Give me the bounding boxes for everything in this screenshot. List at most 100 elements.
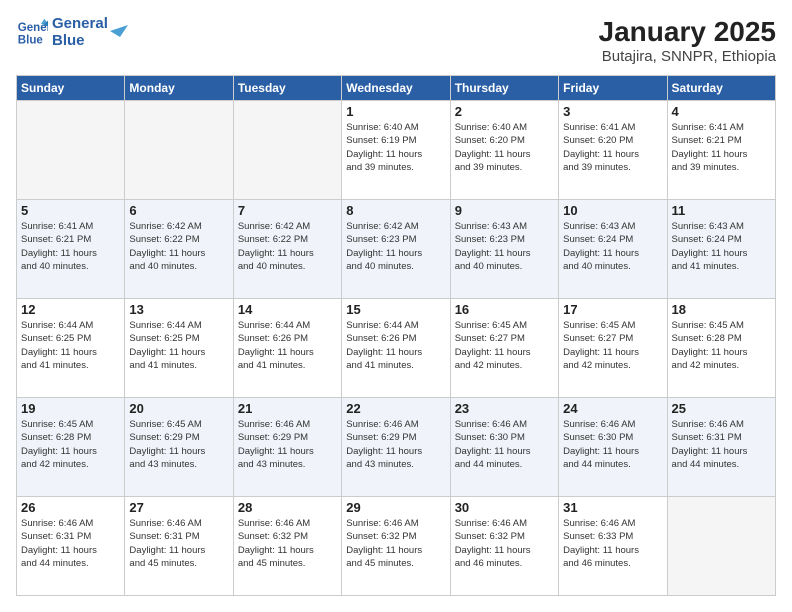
day-info: Sunrise: 6:43 AMSunset: 6:24 PMDaylight:…	[563, 220, 662, 273]
calendar-cell: 8Sunrise: 6:42 AMSunset: 6:23 PMDaylight…	[342, 200, 450, 299]
day-number: 24	[563, 401, 662, 416]
day-info: Sunrise: 6:46 AMSunset: 6:32 PMDaylight:…	[455, 517, 554, 570]
calendar-cell: 15 Sunrise: 6:44 AMSunset: 6:26 PMDayligh…	[342, 299, 450, 398]
day-number: 30	[455, 500, 554, 515]
calendar-cell: 1Sunrise: 6:40 AMSunset: 6:19 PMDaylight…	[342, 101, 450, 200]
day-info: Sunrise: 6:46 AMSunset: 6:31 PMDaylight:…	[129, 517, 228, 570]
calendar-cell	[17, 101, 125, 200]
day-info: Sunrise: 6:44 AMSunset: 6:26 PMDaylight:…	[346, 319, 445, 372]
weekday-header: Friday	[559, 76, 667, 101]
calendar-table: SundayMondayTuesdayWednesdayThursdayFrid…	[16, 75, 776, 596]
day-info: Sunrise: 6:45 AMSunset: 6:27 PMDaylight:…	[455, 319, 554, 372]
logo-text-line2: Blue	[52, 33, 108, 50]
day-number: 6	[129, 203, 228, 218]
calendar-cell: 24 Sunrise: 6:46 AMSunset: 6:30 PMDayligh…	[559, 398, 667, 497]
calendar-week-row: 26 Sunrise: 6:46 AMSunset: 6:31 PMDayligh…	[17, 497, 776, 596]
calendar-cell: 20 Sunrise: 6:45 AMSunset: 6:29 PMDayligh…	[125, 398, 233, 497]
day-info: Sunrise: 6:42 AMSunset: 6:22 PMDaylight:…	[238, 220, 337, 273]
day-number: 16	[455, 302, 554, 317]
day-number: 26	[21, 500, 120, 515]
logo: General Blue General Blue	[16, 16, 128, 49]
calendar-cell: 10 Sunrise: 6:43 AMSunset: 6:24 PMDayligh…	[559, 200, 667, 299]
day-info: Sunrise: 6:43 AMSunset: 6:23 PMDaylight:…	[455, 220, 554, 273]
day-info: Sunrise: 6:45 AMSunset: 6:27 PMDaylight:…	[563, 319, 662, 372]
day-info: Sunrise: 6:40 AMSunset: 6:19 PMDaylight:…	[346, 121, 445, 174]
day-number: 18	[672, 302, 771, 317]
weekday-header: Tuesday	[233, 76, 341, 101]
day-info: Sunrise: 6:46 AMSunset: 6:32 PMDaylight:…	[346, 517, 445, 570]
main-title: January 2025	[599, 16, 776, 48]
day-info: Sunrise: 6:46 AMSunset: 6:29 PMDaylight:…	[346, 418, 445, 471]
day-number: 28	[238, 500, 337, 515]
calendar-cell: 13 Sunrise: 6:44 AMSunset: 6:25 PMDayligh…	[125, 299, 233, 398]
calendar-cell: 18 Sunrise: 6:45 AMSunset: 6:28 PMDayligh…	[667, 299, 775, 398]
day-info: Sunrise: 6:44 AMSunset: 6:25 PMDaylight:…	[129, 319, 228, 372]
weekday-header: Monday	[125, 76, 233, 101]
logo-icon: General Blue	[16, 17, 48, 49]
day-number: 15	[346, 302, 445, 317]
day-info: Sunrise: 6:46 AMSunset: 6:32 PMDaylight:…	[238, 517, 337, 570]
day-info: Sunrise: 6:44 AMSunset: 6:25 PMDaylight:…	[21, 319, 120, 372]
day-info: Sunrise: 6:42 AMSunset: 6:23 PMDaylight:…	[346, 220, 445, 273]
calendar-week-row: 12 Sunrise: 6:44 AMSunset: 6:25 PMDayligh…	[17, 299, 776, 398]
day-number: 12	[21, 302, 120, 317]
calendar-cell	[233, 101, 341, 200]
calendar-week-row: 1Sunrise: 6:40 AMSunset: 6:19 PMDaylight…	[17, 101, 776, 200]
day-number: 4	[672, 104, 771, 119]
calendar-cell: 11Sunrise: 6:43 AMSunset: 6:24 PMDayligh…	[667, 200, 775, 299]
day-number: 29	[346, 500, 445, 515]
day-info: Sunrise: 6:45 AMSunset: 6:28 PMDaylight:…	[672, 319, 771, 372]
calendar-cell: 22Sunrise: 6:46 AMSunset: 6:29 PMDayligh…	[342, 398, 450, 497]
calendar-cell: 4 Sunrise: 6:41 AMSunset: 6:21 PMDaylight…	[667, 101, 775, 200]
calendar-cell: 29 Sunrise: 6:46 AMSunset: 6:32 PMDayligh…	[342, 497, 450, 596]
logo-arrow-icon	[110, 19, 128, 37]
day-info: Sunrise: 6:41 AMSunset: 6:21 PMDaylight:…	[672, 121, 771, 174]
day-number: 10	[563, 203, 662, 218]
weekday-header: Wednesday	[342, 76, 450, 101]
calendar-cell: 6 Sunrise: 6:42 AMSunset: 6:22 PMDaylight…	[125, 200, 233, 299]
day-info: Sunrise: 6:46 AMSunset: 6:29 PMDaylight:…	[238, 418, 337, 471]
day-number: 13	[129, 302, 228, 317]
calendar-cell	[667, 497, 775, 596]
day-info: Sunrise: 6:40 AMSunset: 6:20 PMDaylight:…	[455, 121, 554, 174]
calendar-cell: 12 Sunrise: 6:44 AMSunset: 6:25 PMDayligh…	[17, 299, 125, 398]
calendar-cell: 9 Sunrise: 6:43 AMSunset: 6:23 PMDaylight…	[450, 200, 558, 299]
day-info: Sunrise: 6:46 AMSunset: 6:31 PMDaylight:…	[21, 517, 120, 570]
day-info: Sunrise: 6:46 AMSunset: 6:30 PMDaylight:…	[563, 418, 662, 471]
day-number: 20	[129, 401, 228, 416]
day-info: Sunrise: 6:46 AMSunset: 6:31 PMDaylight:…	[672, 418, 771, 471]
day-info: Sunrise: 6:41 AMSunset: 6:21 PMDaylight:…	[21, 220, 120, 273]
calendar-cell: 25 Sunrise: 6:46 AMSunset: 6:31 PMDayligh…	[667, 398, 775, 497]
day-number: 25	[672, 401, 771, 416]
calendar-cell: 17 Sunrise: 6:45 AMSunset: 6:27 PMDayligh…	[559, 299, 667, 398]
day-number: 31	[563, 500, 662, 515]
day-info: Sunrise: 6:42 AMSunset: 6:22 PMDaylight:…	[129, 220, 228, 273]
day-number: 7	[238, 203, 337, 218]
calendar-cell: 19Sunrise: 6:45 AMSunset: 6:28 PMDayligh…	[17, 398, 125, 497]
page: General Blue General Blue January 2025 B…	[0, 0, 792, 612]
calendar-cell	[125, 101, 233, 200]
day-number: 11	[672, 203, 771, 218]
calendar-cell: 14Sunrise: 6:44 AMSunset: 6:26 PMDayligh…	[233, 299, 341, 398]
day-number: 9	[455, 203, 554, 218]
calendar-cell: 23 Sunrise: 6:46 AMSunset: 6:30 PMDayligh…	[450, 398, 558, 497]
subtitle: Butajira, SNNPR, Ethiopia	[599, 48, 776, 65]
calendar-cell: 3Sunrise: 6:41 AMSunset: 6:20 PMDaylight…	[559, 101, 667, 200]
calendar-cell: 31 Sunrise: 6:46 AMSunset: 6:33 PMDayligh…	[559, 497, 667, 596]
day-number: 23	[455, 401, 554, 416]
calendar-cell: 30 Sunrise: 6:46 AMSunset: 6:32 PMDayligh…	[450, 497, 558, 596]
calendar-cell: 7 Sunrise: 6:42 AMSunset: 6:22 PMDaylight…	[233, 200, 341, 299]
calendar-cell: 2Sunrise: 6:40 AMSunset: 6:20 PMDaylight…	[450, 101, 558, 200]
day-number: 27	[129, 500, 228, 515]
day-info: Sunrise: 6:45 AMSunset: 6:29 PMDaylight:…	[129, 418, 228, 471]
calendar-cell: 27 Sunrise: 6:46 AMSunset: 6:31 PMDayligh…	[125, 497, 233, 596]
weekday-header: Thursday	[450, 76, 558, 101]
header: General Blue General Blue January 2025 B…	[16, 16, 776, 65]
day-number: 5	[21, 203, 120, 218]
day-number: 17	[563, 302, 662, 317]
day-info: Sunrise: 6:46 AMSunset: 6:33 PMDaylight:…	[563, 517, 662, 570]
calendar-cell: 28 Sunrise: 6:46 AMSunset: 6:32 PMDayligh…	[233, 497, 341, 596]
day-info: Sunrise: 6:46 AMSunset: 6:30 PMDaylight:…	[455, 418, 554, 471]
day-number: 14	[238, 302, 337, 317]
calendar-cell: 16 Sunrise: 6:45 AMSunset: 6:27 PMDayligh…	[450, 299, 558, 398]
